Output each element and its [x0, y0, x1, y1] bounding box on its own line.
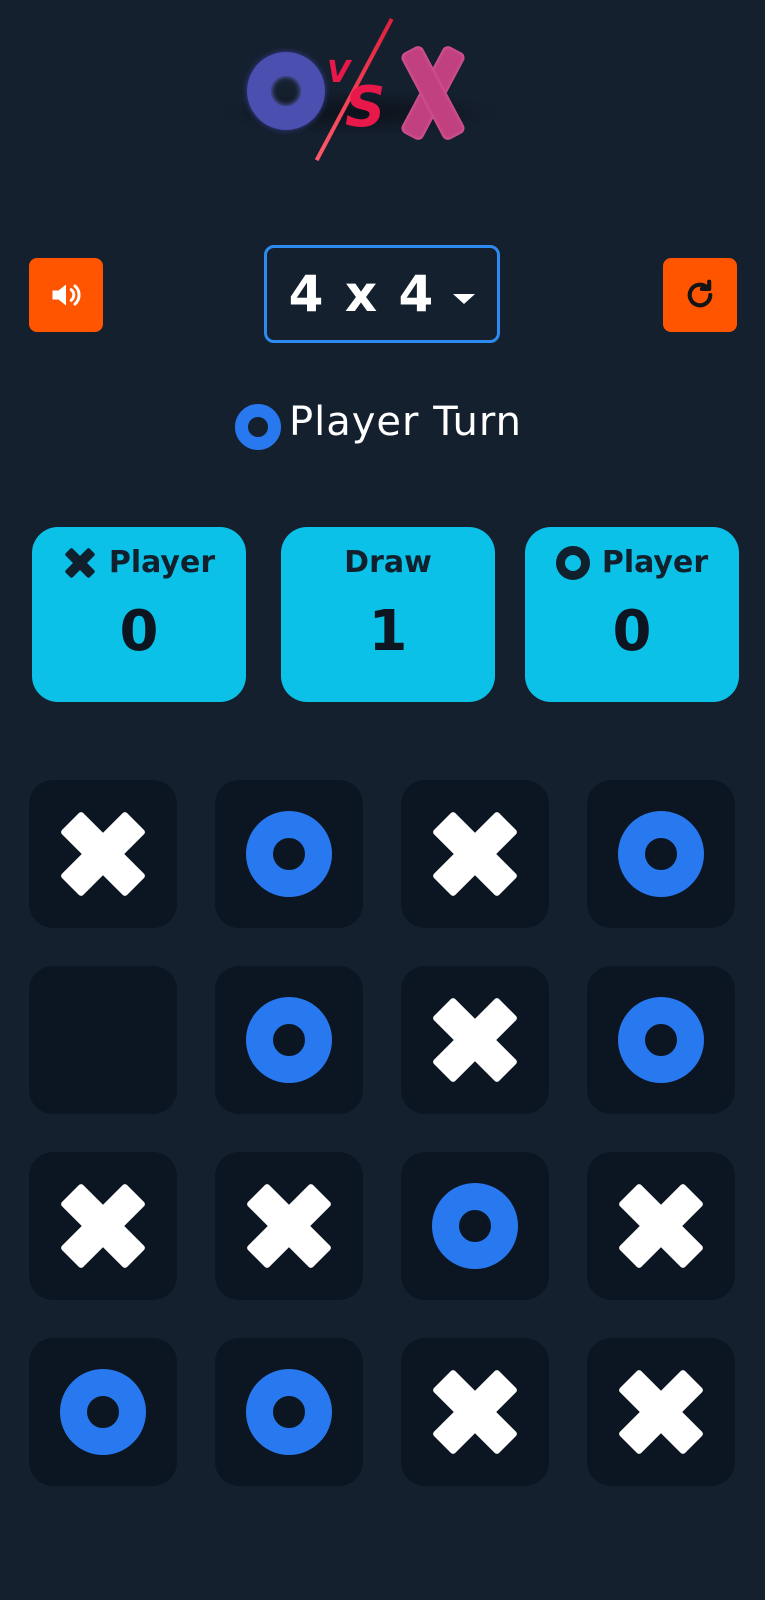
score-card-draw-value: 1 — [368, 599, 408, 664]
board-cell-1-2[interactable] — [215, 780, 363, 928]
x-mark-icon — [431, 1368, 519, 1456]
speaker-icon — [52, 284, 81, 306]
board-cell-1-1[interactable] — [29, 780, 177, 928]
board-cell-4-2[interactable] — [215, 1338, 363, 1486]
turn-label: Player Turn — [289, 399, 522, 445]
o-turn-icon — [235, 404, 281, 450]
sound-button[interactable] — [29, 258, 103, 332]
o-mark-icon — [618, 811, 704, 897]
chevron-down-icon — [453, 294, 476, 304]
x-mark-icon — [59, 1182, 147, 1270]
board-cell-2-2[interactable] — [215, 966, 363, 1114]
o-mark-icon — [246, 1369, 332, 1455]
board-cell-1-4[interactable] — [587, 780, 735, 928]
score-card-draw-header: Draw — [281, 545, 495, 580]
o-mark-icon — [60, 1369, 146, 1455]
score-card-o-header: Player — [525, 545, 739, 580]
board-cell-4-3[interactable] — [401, 1338, 549, 1486]
turn-indicator: Player Turn — [235, 390, 522, 454]
grid-size-select[interactable]: 4 x 4 — [264, 245, 500, 343]
o-icon — [555, 545, 590, 580]
restart-button[interactable] — [663, 258, 737, 332]
game-board — [29, 780, 737, 1488]
board-cell-4-1[interactable] — [29, 1338, 177, 1486]
score-card-draw: Draw 1 — [281, 527, 495, 702]
board-cell-3-2[interactable] — [215, 1152, 363, 1300]
board-cell-3-1[interactable] — [29, 1152, 177, 1300]
x-icon — [63, 546, 97, 580]
score-card-draw-label: Draw — [344, 545, 432, 580]
score-card-x: Player 0 — [32, 527, 246, 702]
x-mark-icon — [617, 1368, 705, 1456]
o-mark-icon — [432, 1183, 518, 1269]
board-cell-2-4[interactable] — [587, 966, 735, 1114]
score-card-x-label: Player — [108, 545, 216, 580]
score-card-x-header: Player — [32, 545, 246, 580]
board-cell-4-4[interactable] — [587, 1338, 735, 1486]
x-mark-icon — [59, 810, 147, 898]
x-mark-icon — [617, 1182, 705, 1270]
o-mark-icon — [246, 997, 332, 1083]
board-cell-1-3[interactable] — [401, 780, 549, 928]
logo-o-letter — [247, 52, 325, 130]
x-mark-icon — [245, 1182, 333, 1270]
score-card-x-value: 0 — [119, 599, 159, 664]
score-card-o: Player 0 — [525, 527, 739, 702]
board-cell-3-3[interactable] — [401, 1152, 549, 1300]
o-mark-icon — [618, 997, 704, 1083]
restart-icon — [687, 279, 713, 308]
game-screen: V S 4 x 4 Player Turn Player 0 Draw 1 Pl… — [0, 0, 765, 1600]
logo-vs: V S — [323, 52, 395, 142]
x-mark-icon — [431, 996, 519, 1084]
game-logo: V S — [215, 18, 505, 162]
x-mark-icon — [431, 810, 519, 898]
score-card-o-label: Player — [601, 545, 709, 580]
board-cell-2-3[interactable] — [401, 966, 549, 1114]
board-cell-2-1[interactable] — [29, 966, 177, 1114]
o-mark-icon — [246, 811, 332, 897]
logo-vs-s: S — [345, 75, 386, 140]
grid-size-value: 4 x 4 — [288, 265, 436, 323]
score-card-o-value: 0 — [612, 599, 652, 664]
board-cell-3-4[interactable] — [587, 1152, 735, 1300]
logo-x-letter — [391, 44, 473, 142]
